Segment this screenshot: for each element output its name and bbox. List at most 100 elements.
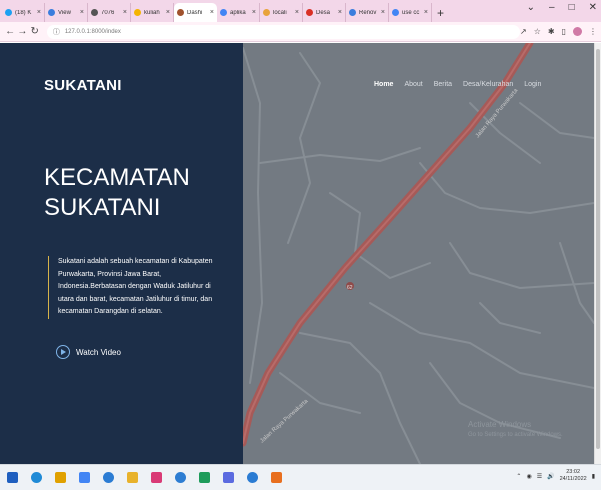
chrome-icon[interactable] — [53, 471, 67, 485]
extensions-icon[interactable]: ✱ — [548, 27, 555, 36]
profile-avatar[interactable] — [573, 27, 582, 36]
watch-video-label[interactable]: Watch Video — [76, 348, 121, 357]
paint-icon[interactable] — [149, 471, 163, 485]
browser-tab[interactable]: Renov × — [346, 3, 389, 22]
main-nav: Home About Berita Desa/Kelurahan Login — [374, 81, 541, 88]
map-street — [519, 102, 594, 139]
window-controls: ⌄ – □ ✕ — [527, 2, 597, 13]
bookmark-star-icon[interactable]: ☆ — [534, 27, 541, 36]
tab-close-icon[interactable]: × — [210, 9, 214, 16]
browser-tab[interactable]: View × — [45, 3, 88, 22]
browser-tab[interactable]: use cc × — [389, 3, 432, 22]
browser-tab[interactable]: kuliah × — [131, 3, 174, 22]
watch-video-button[interactable]: Watch Video — [56, 345, 121, 359]
tab-close-icon[interactable]: × — [37, 9, 41, 16]
windows-taskbar: ⌃ ◉ ☰ 🔊 23:02 24/11/2022 ▮ — [0, 464, 601, 490]
site-brand[interactable]: SUKATANI — [44, 77, 122, 94]
tab-title: aplika — [230, 9, 246, 16]
xampp-icon[interactable] — [269, 471, 283, 485]
hero-panel: SUKATANI KECAMATAN SUKATANI Sukatani ada… — [0, 43, 243, 464]
tab-close-icon[interactable]: × — [123, 9, 127, 16]
browser-tab[interactable]: locali × — [260, 3, 303, 22]
map-street — [259, 147, 421, 164]
tab-close-icon[interactable]: × — [295, 9, 299, 16]
browser-tab[interactable]: aplika × — [217, 3, 260, 22]
clock-time: 23:02 — [566, 469, 580, 475]
task-view-icon[interactable] — [101, 471, 115, 485]
map-street — [479, 302, 541, 334]
windows-start-icon[interactable] — [5, 471, 19, 485]
tab-close-icon[interactable]: × — [166, 9, 170, 16]
page-scrollbar[interactable] — [594, 43, 601, 464]
spreadsheet-glyph — [198, 472, 210, 483]
maximize-icon[interactable]: □ — [569, 2, 575, 13]
sidepanel-icon[interactable]: ▯ — [562, 27, 566, 36]
browser-toolbar: ← → ↻ ⓘ 127.0.0.1:8000/index ↗ ☆ ✱ ▯ ⋮ — [0, 22, 601, 42]
nav-login[interactable]: Login — [524, 81, 541, 88]
map-street — [419, 162, 594, 214]
road-label-bottom: Jalan Raya Purwakarta — [259, 398, 310, 444]
mail-icon[interactable] — [221, 471, 235, 485]
task-view-glyph — [102, 472, 114, 483]
chevron-down-icon[interactable]: ⌄ — [527, 2, 535, 13]
tab-title: use cc — [402, 9, 420, 16]
forward-icon[interactable]: → — [16, 26, 28, 37]
store-glyph — [174, 472, 186, 483]
vscode-icon[interactable] — [245, 471, 259, 485]
browser-tab[interactable]: Dashi × — [174, 3, 217, 22]
file-explorer-icon[interactable] — [125, 471, 139, 485]
tab-close-icon[interactable]: × — [80, 9, 84, 16]
tab-title: Renov — [359, 9, 377, 16]
browser-tab[interactable]: Desa × — [303, 3, 346, 22]
system-tray: ⌃ ◉ ☰ 🔊 23:02 24/11/2022 ▮ — [516, 469, 595, 483]
tab-favicon-icon — [48, 9, 55, 16]
nav-berita[interactable]: Berita — [434, 81, 452, 88]
tab-favicon-icon — [306, 9, 313, 16]
new-tab-button[interactable]: + — [437, 6, 444, 20]
minimize-icon[interactable]: – — [549, 2, 555, 13]
address-bar[interactable]: ⓘ 127.0.0.1:8000/index — [46, 24, 520, 39]
browser-tab-strip: (18) K × View × 7076 × kuliah × Dashi × aplika × loc… — [0, 0, 601, 22]
tab-title: kuliah — [144, 9, 160, 16]
tab-close-icon[interactable]: × — [424, 9, 428, 16]
page-viewport: Jalan Raya Purwakarta Jalan Raya Purwaka… — [0, 43, 594, 464]
tab-close-icon[interactable]: × — [381, 9, 385, 16]
tab-close-icon[interactable]: × — [252, 9, 256, 16]
nav-about[interactable]: About — [404, 81, 422, 88]
network-icon[interactable]: ◉ — [526, 473, 531, 480]
toolbar-actions: ↗ ☆ ✱ ▯ ⋮ — [520, 27, 597, 36]
hero-title: KECAMATAN SUKATANI — [44, 163, 190, 223]
tab-favicon-icon — [91, 9, 98, 16]
cortana-icon[interactable] — [29, 471, 43, 485]
back-icon[interactable]: ← — [4, 26, 16, 37]
site-info-icon[interactable]: ⓘ — [53, 27, 60, 37]
play-icon[interactable] — [56, 345, 70, 359]
reload-icon[interactable]: ↻ — [29, 26, 41, 37]
search-icon[interactable] — [77, 471, 91, 485]
main-road — [239, 43, 534, 447]
volume-icon[interactable]: 🔊 — [547, 473, 554, 480]
browser-tab[interactable]: (18) K × — [2, 3, 45, 22]
tray-chevron-icon[interactable]: ⌃ — [516, 473, 521, 480]
share-icon[interactable]: ↗ — [520, 27, 527, 36]
hero-description: Sukatani adalah sebuah kecamatan di Kabu… — [48, 256, 218, 319]
nav-home[interactable]: Home — [374, 81, 393, 88]
tab-close-icon[interactable]: × — [338, 9, 342, 16]
clock[interactable]: 23:02 24/11/2022 — [560, 469, 587, 483]
scrollbar-thumb[interactable] — [596, 49, 600, 449]
map-street — [242, 47, 263, 384]
notifications-icon[interactable]: ▮ — [592, 473, 595, 480]
nav-desa-kelurahan[interactable]: Desa/Kelurahan — [463, 81, 513, 88]
hero-title-line: KECAMATAN — [44, 164, 190, 191]
mail-glyph — [222, 472, 234, 483]
spreadsheet-icon[interactable] — [197, 471, 211, 485]
browser-tab[interactable]: 7076 × — [88, 3, 131, 22]
search-glyph — [78, 472, 90, 483]
tab-favicon-icon — [134, 9, 141, 16]
windows-start-glyph — [6, 472, 18, 483]
store-icon[interactable] — [173, 471, 187, 485]
tab-favicon-icon — [349, 9, 356, 16]
wifi-icon[interactable]: ☰ — [537, 473, 542, 480]
close-icon[interactable]: ✕ — [589, 2, 597, 13]
menu-icon[interactable]: ⋮ — [589, 27, 597, 36]
